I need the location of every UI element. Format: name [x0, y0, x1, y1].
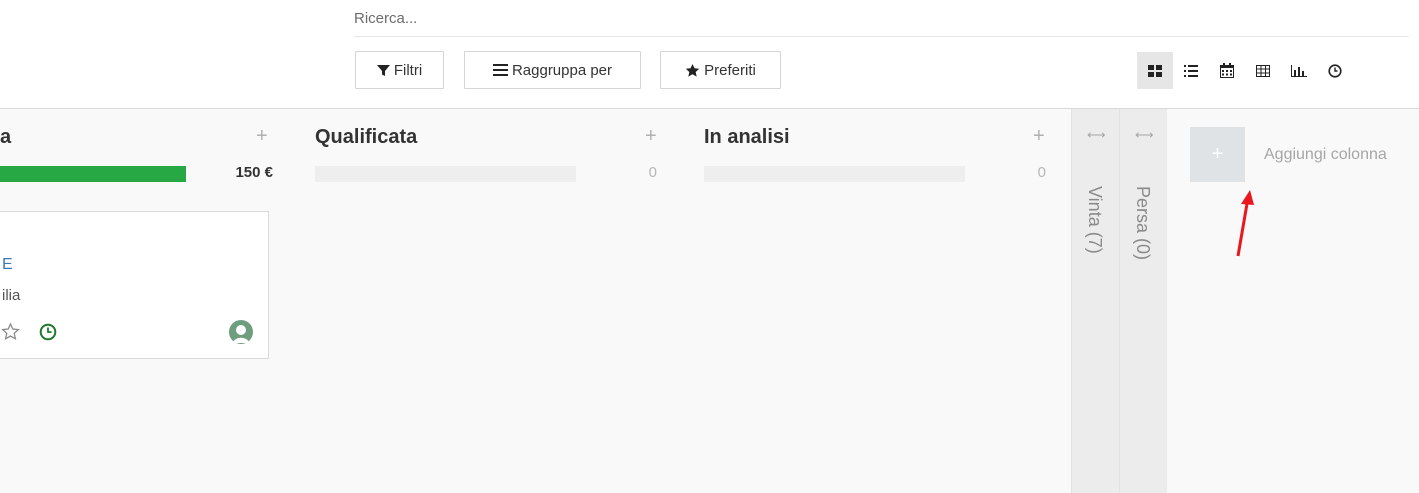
view-switcher	[1137, 52, 1353, 89]
search-bar	[354, 0, 1409, 37]
folded-column-vinta[interactable]: ⟷ Vinta (7)	[1071, 109, 1119, 493]
column-title: Qualificata	[315, 126, 418, 148]
annotation-arrow-icon	[1236, 190, 1254, 257]
kanban-view-button[interactable]	[1137, 52, 1173, 89]
column-progress-bar[interactable]	[704, 166, 965, 182]
column-title: a	[0, 126, 12, 148]
column-progress-fill	[0, 166, 186, 182]
graph-icon	[1291, 64, 1307, 77]
unfold-icon: ⟷	[1087, 127, 1106, 142]
clock-icon[interactable]	[39, 323, 57, 341]
favorites-button[interactable]: Preferiti	[660, 51, 781, 89]
column-amount: 0	[1037, 164, 1046, 181]
activity-view-button[interactable]	[1317, 52, 1353, 89]
add-card-icon[interactable]: +	[1033, 125, 1045, 148]
add-card-icon[interactable]: +	[256, 125, 268, 148]
column-progress-bar[interactable]	[0, 166, 186, 182]
pivot-view-button[interactable]	[1245, 52, 1281, 89]
pivot-icon	[1256, 64, 1270, 77]
star-icon[interactable]	[1, 322, 20, 341]
column-amount: 150 €	[235, 164, 273, 181]
add-column-button[interactable]: +	[1190, 127, 1245, 182]
list-icon	[1184, 64, 1198, 77]
add-card-icon[interactable]: +	[645, 125, 657, 148]
calendar-icon	[1220, 63, 1234, 78]
column-progress-bar[interactable]	[315, 166, 576, 182]
column-title: In analisi	[704, 126, 790, 148]
folded-column-label: Vinta (7)	[1085, 186, 1105, 254]
kanban-card[interactable]: E ilia	[0, 211, 269, 359]
add-column-label[interactable]: Aggiungi colonna	[1264, 146, 1387, 164]
unfold-icon: ⟷	[1135, 127, 1154, 142]
star-filled-icon	[685, 63, 700, 77]
groupby-button[interactable]: Raggruppa per	[464, 51, 641, 89]
bars-icon	[492, 64, 508, 76]
plus-icon: +	[1211, 143, 1224, 165]
kanban-icon	[1148, 64, 1162, 77]
groupby-label: Raggruppa per	[511, 61, 613, 79]
folded-column-persa[interactable]: ⟷ Persa (0)	[1119, 109, 1167, 493]
folded-column-label: Persa (0)	[1133, 186, 1153, 261]
search-input[interactable]	[354, 4, 954, 32]
activity-icon	[1328, 63, 1342, 78]
graph-view-button[interactable]	[1281, 52, 1317, 89]
filter-icon	[376, 64, 390, 76]
filters-button[interactable]: Filtri	[355, 51, 444, 89]
card-subtitle-fragment: ilia	[2, 287, 21, 304]
calendar-view-button[interactable]	[1209, 52, 1245, 89]
favorites-label: Preferiti	[704, 61, 756, 79]
list-view-button[interactable]	[1173, 52, 1209, 89]
avatar[interactable]	[229, 320, 253, 344]
column-amount: 0	[648, 164, 657, 181]
filters-label: Filtri	[393, 61, 423, 79]
card-title-fragment: E	[2, 256, 13, 273]
